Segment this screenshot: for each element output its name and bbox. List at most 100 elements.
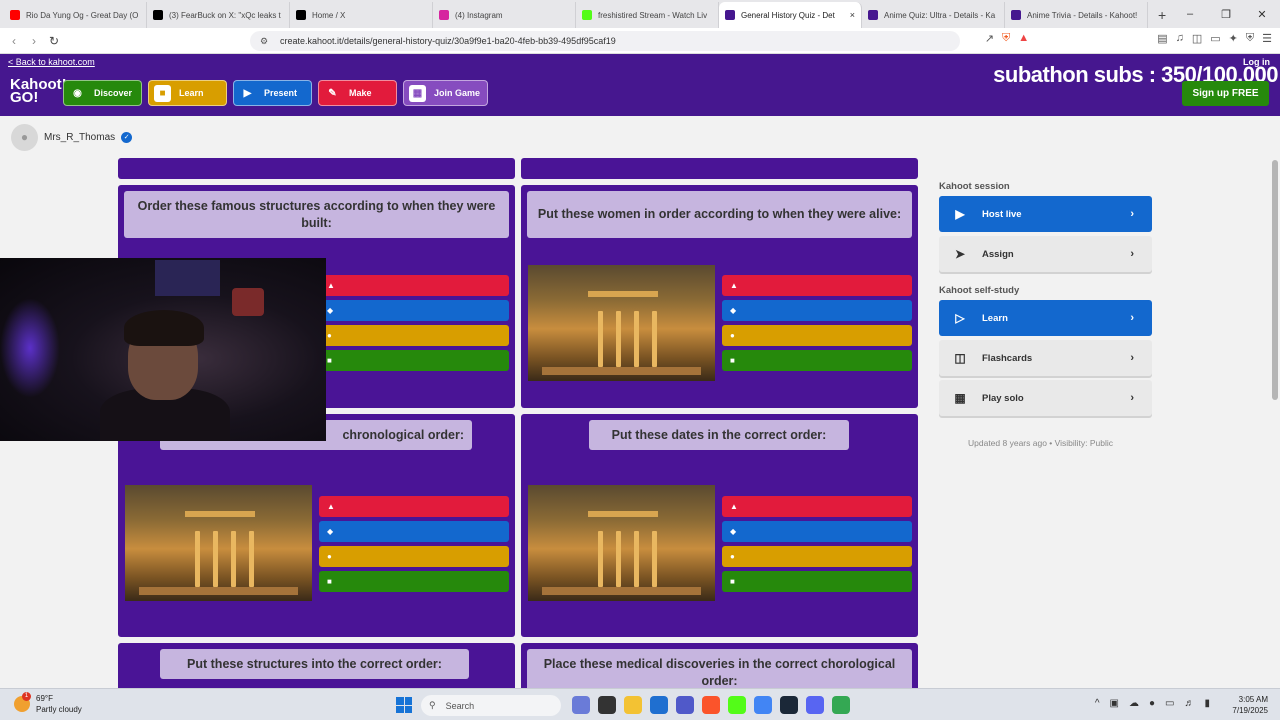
- question-card[interactable]: [118, 158, 515, 179]
- scrollbar-thumb[interactable]: [1272, 160, 1278, 400]
- sidebar-icon[interactable]: ◫: [1192, 32, 1202, 45]
- signup-button[interactable]: Sign up FREE: [1182, 81, 1269, 106]
- graduation-cap-icon: ■: [154, 84, 171, 102]
- question-card[interactable]: Put these dates in the correct order: ▲ …: [521, 414, 918, 637]
- nav-discover[interactable]: ◉ Discover: [63, 80, 142, 106]
- chrome-profile-icon[interactable]: [832, 696, 850, 714]
- rewards-icon[interactable]: ▲: [1018, 32, 1029, 45]
- music-icon[interactable]: ♫: [1176, 32, 1184, 45]
- discord-icon[interactable]: [806, 696, 824, 714]
- flashcards-icon: ◫: [954, 351, 966, 365]
- browser-tab[interactable]: Anime Trivia - Details - Kahoot!: [1005, 2, 1148, 28]
- image-detail: [249, 531, 254, 587]
- forward-icon[interactable]: ›: [24, 34, 44, 48]
- nav-learn[interactable]: ■ Learn: [148, 80, 227, 106]
- chevron-right-icon: ›: [1130, 208, 1134, 220]
- question-title: Put these dates in the correct order:: [589, 420, 849, 450]
- display-icon[interactable]: ▭: [1165, 698, 1174, 709]
- image-detail: [588, 291, 658, 297]
- microphone-icon[interactable]: ●: [1149, 698, 1155, 709]
- menu-icon[interactable]: ☰: [1262, 32, 1272, 45]
- file-explorer-icon[interactable]: [624, 696, 642, 714]
- browser-tab[interactable]: Home / X: [290, 2, 433, 28]
- cloud-icon[interactable]: ☁: [1129, 698, 1139, 709]
- creator-bar: ● Mrs_R_Thomas ✓: [0, 116, 1280, 158]
- x-icon: [153, 10, 163, 20]
- site-info-icon[interactable]: ⚙: [260, 36, 268, 47]
- share-icon[interactable]: ↗: [985, 32, 994, 45]
- browser-tab-active[interactable]: General History Quiz - Det ×: [719, 2, 862, 28]
- search-icon: ⚲: [429, 700, 436, 710]
- question-title: Place these medical discoveries in the c…: [527, 649, 912, 688]
- avatar[interactable]: ●: [11, 123, 38, 151]
- url-field[interactable]: ⚙ create.kahoot.it/details/general-histo…: [250, 31, 960, 51]
- reload-icon[interactable]: ↻: [44, 34, 64, 48]
- start-button[interactable]: [396, 697, 412, 713]
- volume-icon[interactable]: ♬: [1184, 698, 1194, 709]
- square-icon: ■: [730, 577, 735, 586]
- nav-label: Discover: [94, 88, 133, 98]
- question-title: Order these famous structures according …: [124, 191, 509, 238]
- back-icon[interactable]: ‹: [4, 34, 24, 48]
- browser-tab[interactable]: Rio Da Yung Og - Great Day (O: [4, 2, 147, 28]
- question-card[interactable]: Put these women in order according to wh…: [521, 185, 918, 408]
- minimize-icon[interactable]: –: [1172, 0, 1208, 28]
- wallet-icon[interactable]: ▭: [1210, 32, 1220, 45]
- close-window-icon[interactable]: ✕: [1244, 0, 1280, 28]
- back-to-kahoot-link[interactable]: < Back to kahoot.com: [8, 57, 95, 67]
- browser-tab[interactable]: freshistired Stream - Watch Liv: [576, 2, 719, 28]
- copilot-icon[interactable]: [572, 696, 590, 714]
- question-card[interactable]: chronological order: ▲ ◆ ● ■: [118, 414, 515, 637]
- clock[interactable]: 3:05 AM 7/19/2025: [1232, 694, 1268, 716]
- answer-bar-yellow: ●: [722, 325, 912, 346]
- chevron-right-icon: ›: [1130, 392, 1134, 404]
- youtube-icon: [10, 10, 20, 20]
- nav-join-game[interactable]: ▦ Join Game: [403, 80, 488, 106]
- kahoot-logo[interactable]: Kahoot! GO!: [10, 77, 67, 105]
- browser-tab-bar: Rio Da Yung Og - Great Day (O (3) FearBu…: [0, 0, 1280, 28]
- brave-icon[interactable]: [702, 696, 720, 714]
- steam-icon[interactable]: [780, 696, 798, 714]
- ai-icon[interactable]: ✦: [1229, 32, 1238, 45]
- browser-tab[interactable]: (4) Instagram: [433, 2, 576, 28]
- image-detail: [195, 531, 200, 587]
- store-icon[interactable]: [650, 696, 668, 714]
- square-icon: ■: [327, 356, 332, 365]
- notification-badge: 1: [22, 692, 31, 701]
- flashcards-button[interactable]: ◫ Flashcards ›: [939, 340, 1152, 376]
- play-solo-button[interactable]: ▦ Play solo ›: [939, 380, 1152, 416]
- host-live-button[interactable]: ▶ Host live ›: [939, 196, 1152, 232]
- vpn-icon[interactable]: ⛨: [1246, 32, 1254, 45]
- battery-icon[interactable]: ▮: [1204, 698, 1210, 709]
- task-view-icon[interactable]: [598, 696, 616, 714]
- question-card[interactable]: [521, 158, 918, 179]
- taskbar-search[interactable]: ⚲ Search: [421, 695, 561, 716]
- question-card[interactable]: Put these structures into the correct or…: [118, 643, 515, 688]
- monitor-play-icon: ▶: [955, 207, 965, 221]
- kick-app-icon[interactable]: [728, 696, 746, 714]
- assign-button[interactable]: ➤ Assign ›: [939, 236, 1152, 272]
- browser-tab[interactable]: Anime Quiz: Ultra - Details - Ka: [862, 2, 1005, 28]
- answer-bar-red: ▲: [722, 275, 912, 296]
- answer-bar-green: ■: [319, 571, 509, 592]
- nav-present[interactable]: ▶ Present: [233, 80, 312, 106]
- nav-make[interactable]: ✎ Make: [318, 80, 397, 106]
- tab-label: Anime Quiz: Ultra - Details - Ka: [884, 10, 996, 20]
- tab-label: freshistired Stream - Watch Liv: [598, 10, 708, 20]
- chrome-icon[interactable]: [754, 696, 772, 714]
- close-tab-icon[interactable]: ×: [850, 10, 855, 20]
- learn-button[interactable]: ▷ Learn ›: [939, 300, 1152, 336]
- tab-label: Anime Trivia - Details - Kahoot!: [1027, 10, 1138, 20]
- question-card[interactable]: Place these medical discoveries in the c…: [521, 643, 918, 688]
- maximize-icon[interactable]: ❐: [1208, 0, 1244, 28]
- creator-name[interactable]: Mrs_R_Thomas: [44, 132, 115, 143]
- chevron-up-icon[interactable]: ^: [1095, 698, 1100, 709]
- session-heading: Kahoot session: [939, 181, 1010, 192]
- app-tray-icon[interactable]: ▣: [1110, 698, 1119, 709]
- brave-shield-icon[interactable]: ⛨: [1002, 32, 1010, 45]
- teams-icon[interactable]: [676, 696, 694, 714]
- nav-label: Make: [349, 88, 372, 98]
- reader-icon[interactable]: ▤: [1157, 32, 1167, 45]
- diamond-icon: ◆: [730, 306, 737, 315]
- browser-tab[interactable]: (3) FearBuck on X: "xQc leaks t: [147, 2, 290, 28]
